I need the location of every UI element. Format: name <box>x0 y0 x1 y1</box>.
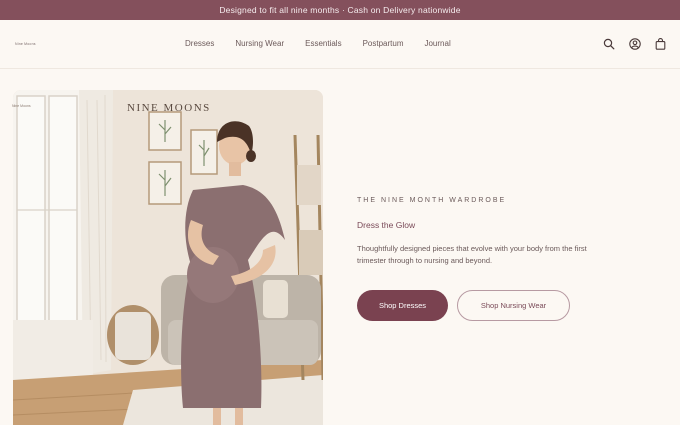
hero-image <box>13 90 323 425</box>
nav-item-nursing-wear[interactable]: Nursing Wear <box>235 39 284 48</box>
shop-dresses-button[interactable]: Shop Dresses <box>357 290 448 321</box>
nav-item-postpartum[interactable]: Postpartum <box>363 39 404 48</box>
top-navigation: Nine Moons Dresses Nursing Wear Essentia… <box>0 20 680 69</box>
hero-body: Thoughtfully designed pieces that evolve… <box>357 244 587 265</box>
main-menu: Dresses Nursing Wear Essentials Postpart… <box>185 39 451 48</box>
hero-buttons: Shop Dresses Shop Nursing Wear <box>357 290 607 321</box>
hero-eyebrow: THE NINE MONTH WARDROBE <box>357 197 507 204</box>
nav-item-dresses[interactable]: Dresses <box>185 39 214 48</box>
nav-item-essentials[interactable]: Essentials <box>305 39 341 48</box>
image-tag: Nine Moons <box>12 104 31 108</box>
search-icon[interactable] <box>603 38 615 50</box>
logo[interactable]: Nine Moons <box>15 42 36 46</box>
bag-icon[interactable] <box>655 38 666 50</box>
nav-item-journal[interactable]: Journal <box>424 39 450 48</box>
image-brand-text: NINE MOONS <box>127 102 211 114</box>
hero-copy: THE NINE MONTH WARDROBE Dress the Glow T… <box>357 197 607 321</box>
header-icons <box>603 38 666 50</box>
hero-subhead: Dress the Glow <box>357 220 416 230</box>
announcement-bar: Designed to fit all nine months · Cash o… <box>0 0 680 20</box>
account-icon[interactable] <box>629 38 641 50</box>
shop-nursing-wear-button[interactable]: Shop Nursing Wear <box>457 290 570 321</box>
